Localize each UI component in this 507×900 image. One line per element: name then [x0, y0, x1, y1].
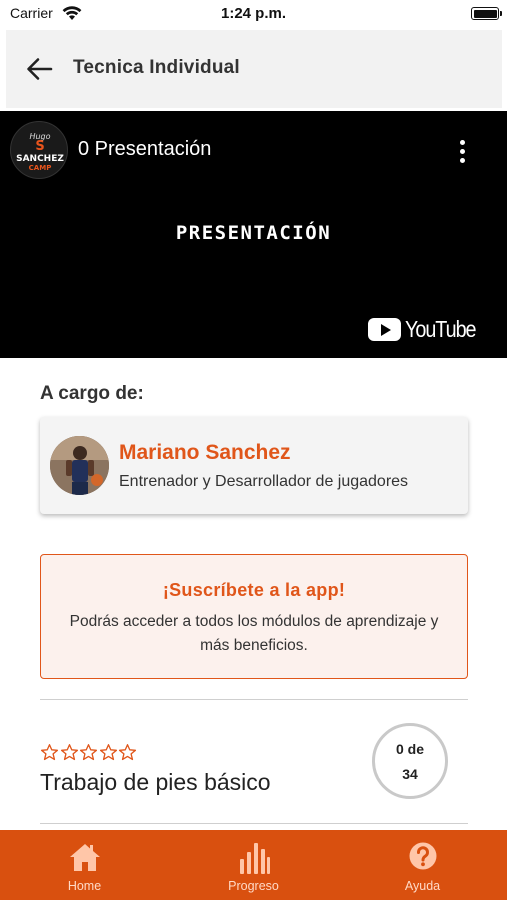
back-arrow-icon[interactable] [24, 55, 54, 83]
module-progress-ring[interactable]: 0 de 34 [372, 723, 448, 799]
app-header: Tecnica Individual [6, 30, 502, 108]
progress-total: 34 [402, 766, 418, 782]
youtube-label: YouTube [405, 315, 477, 342]
channel-logo-text: SANCHEZ [16, 154, 64, 164]
video-overlay-text: PRESENTACIÓN [175, 222, 332, 244]
youtube-play-icon [368, 317, 402, 341]
tab-progreso[interactable]: Progreso [169, 830, 338, 900]
star-outline-icon [40, 744, 59, 761]
more-options-icon[interactable] [455, 140, 469, 164]
coach-role: Entrenador y Desarrollador de jugadores [119, 473, 409, 490]
channel-logo[interactable]: Hugo S SANCHEZ CAMP [10, 121, 68, 179]
battery-icon [471, 7, 502, 20]
divider [40, 699, 468, 700]
divider [40, 823, 468, 824]
star-outline-icon [79, 744, 98, 761]
star-outline-icon [99, 744, 117, 761]
bar-chart-icon [239, 843, 270, 874]
progress-count: 0 de [395, 741, 424, 757]
video-player[interactable]: Hugo S SANCHEZ CAMP 0 Presentación PRESE… [0, 111, 507, 358]
subscribe-title: ¡Suscríbete a la app! [162, 580, 346, 600]
coach-card[interactable]: Mariano Sanchez Entrenador y Desarrollad… [40, 417, 468, 514]
coach-name: Mariano Sanchez [119, 441, 291, 464]
tab-label: Progreso [228, 879, 279, 893]
section-label: A cargo de: [40, 383, 144, 404]
home-icon [69, 844, 100, 871]
star-outline-icon [60, 744, 78, 761]
star-outline-icon [118, 744, 137, 761]
tab-label: Home [67, 879, 102, 893]
subscribe-text: Podrás acceder a todos los módulos de ap… [69, 613, 439, 654]
page-title: Tecnica Individual [73, 57, 240, 78]
clock: 1:24 p.m. [220, 5, 287, 22]
tab-label: Ayuda [404, 879, 441, 893]
status-bar: Carrier 1:24 p.m. [0, 0, 507, 28]
tab-ayuda[interactable]: Ayuda [338, 830, 507, 900]
subscribe-banner[interactable]: ¡Suscríbete a la app! Podrás acceder a t… [40, 554, 468, 679]
bottom-tab-bar: Home Progreso Ayuda [0, 830, 507, 900]
tab-home[interactable]: Home [0, 830, 169, 900]
rating-stars [40, 743, 138, 762]
youtube-logo[interactable]: YouTube [368, 316, 487, 342]
video-title[interactable]: 0 Presentación [78, 138, 211, 161]
help-icon [409, 842, 436, 870]
module-title[interactable]: Trabajo de pies básico [40, 769, 271, 796]
channel-logo-text: CAMP [28, 164, 52, 172]
avatar [50, 436, 109, 495]
channel-logo-text: S [35, 139, 45, 154]
